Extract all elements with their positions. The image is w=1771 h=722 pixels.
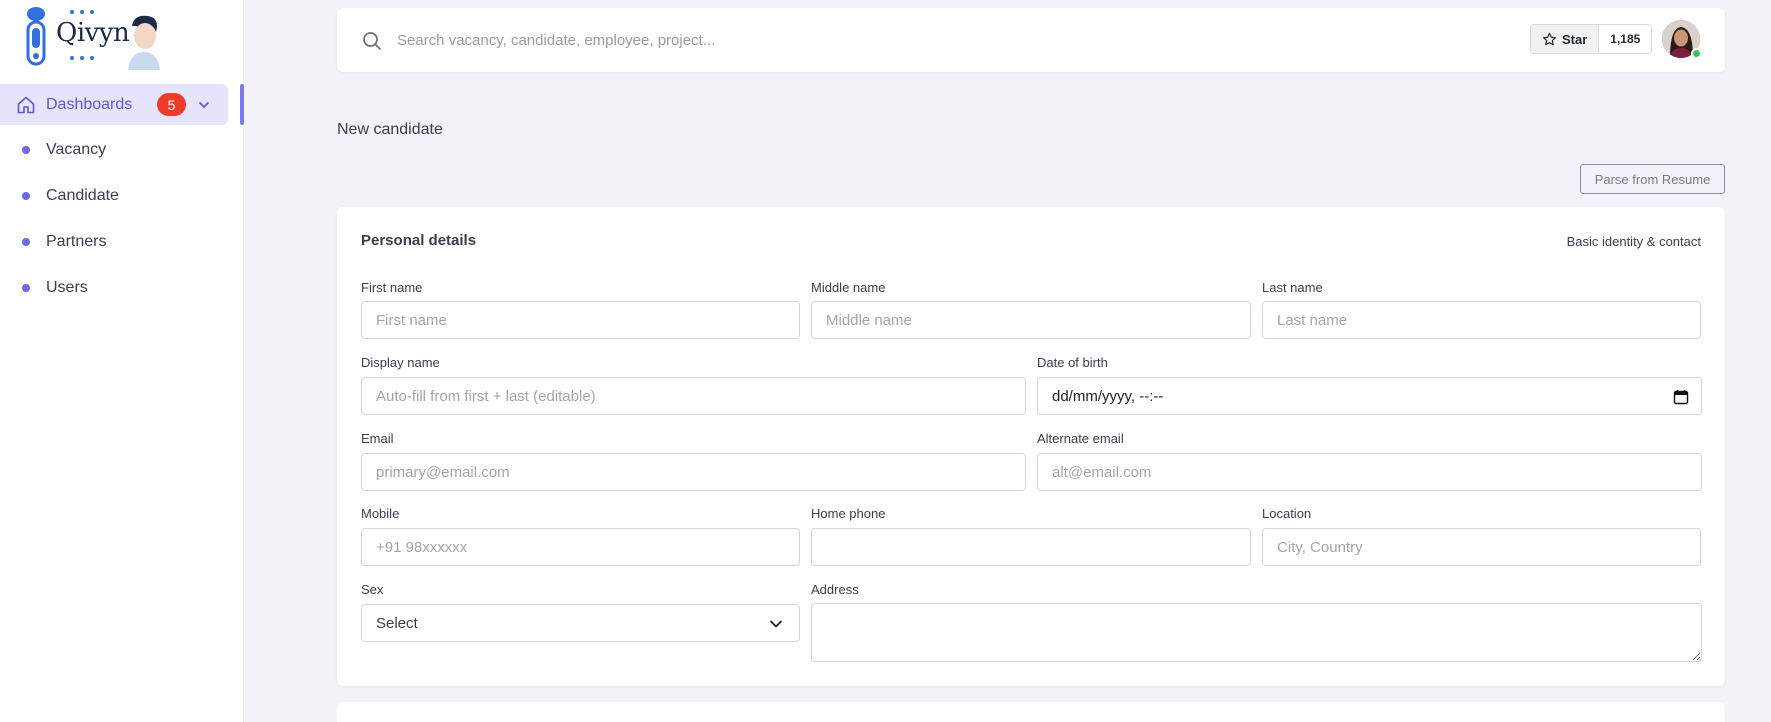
last-name-input[interactable] [1262,301,1701,339]
personal-details-card: Personal details Basic identity & contac… [337,207,1725,686]
email-input[interactable] [361,453,1026,491]
first-name-input[interactable] [361,301,800,339]
first-name-label: First name [361,280,423,295]
sidebar-item-label: Partners [46,233,107,250]
sidebar-item-candidate[interactable]: Candidate [0,176,228,216]
home-phone-input[interactable] [811,528,1251,566]
calendar-icon[interactable] [1673,389,1689,405]
sidebar-item-dashboards[interactable]: Dashboards 5 [0,84,228,125]
star-icon [1542,32,1557,45]
sex-select[interactable]: Select [361,604,800,642]
sidebar-item-label: Vacancy [46,141,107,158]
bullet-icon [22,192,30,200]
bullet-icon [22,238,30,246]
github-star-widget: Star 1,185 [1530,24,1653,54]
section-subtitle: Basic identity & contact [1566,234,1701,249]
mobile-label: Mobile [361,506,400,521]
chevron-down-icon[interactable] [197,98,211,112]
middle-name-input[interactable] [811,301,1251,339]
bullet-icon [22,146,30,154]
bullet-icon [22,284,30,292]
search-input[interactable] [397,24,1297,56]
middle-name-label: Middle name [811,280,886,295]
sidebar-item-vacancy[interactable]: Vacancy [0,130,228,170]
sidebar-item-label: Dashboards [46,95,133,113]
address-textarea[interactable] [811,603,1702,662]
location-label: Location [1262,506,1312,521]
active-indicator [240,84,244,125]
page-title: New candidate [337,121,443,138]
home-icon [16,95,36,115]
address-label: Address [811,582,859,597]
next-section-card [337,702,1725,722]
address-wrapper [811,603,1702,663]
sidebar-item-label: Candidate [46,187,119,204]
location-input[interactable] [1262,528,1701,566]
sidebar-item-users[interactable]: Users [0,268,228,308]
brand-logo[interactable]: Qivyn [22,4,162,70]
sidebar-item-label: Users [46,279,88,296]
last-name-label: Last name [1262,280,1323,295]
star-button[interactable]: Star [1531,25,1600,53]
alternate-email-input[interactable] [1037,453,1702,491]
parse-from-resume-button[interactable]: Parse from Resume [1580,164,1725,194]
sex-label: Sex [361,582,384,597]
home-phone-label: Home phone [811,506,886,521]
star-count[interactable]: 1,185 [1599,25,1652,53]
date-of-birth-input[interactable]: dd/mm/yyyy, --:-- [1037,377,1702,415]
display-name-input[interactable] [361,377,1026,415]
notification-badge: 5 [157,93,186,116]
sex-select-value: Select [376,614,418,632]
date-of-birth-value: dd/mm/yyyy, --:-- [1052,387,1164,405]
logo-figure-right-icon [128,15,160,70]
brand-name: Qivyn [56,18,130,48]
email-label: Email [361,431,394,446]
top-search-bar: Star 1,185 [337,8,1725,72]
date-of-birth-label: Date of birth [1037,355,1108,370]
display-name-label: Display name [361,355,440,370]
section-title: Personal details [361,232,477,249]
search-icon [361,30,383,52]
chevron-down-icon [769,617,783,631]
star-label: Star [1562,31,1588,47]
mobile-input[interactable] [361,528,800,566]
sidebar-item-partners[interactable]: Partners [0,222,228,262]
alternate-email-label: Alternate email [1037,431,1124,446]
logo-figure-left-icon [26,7,46,66]
online-status-indicator [1691,48,1702,59]
sidebar: Qivyn Dashboards 5 Vacancy Candidate Par… [0,0,244,722]
